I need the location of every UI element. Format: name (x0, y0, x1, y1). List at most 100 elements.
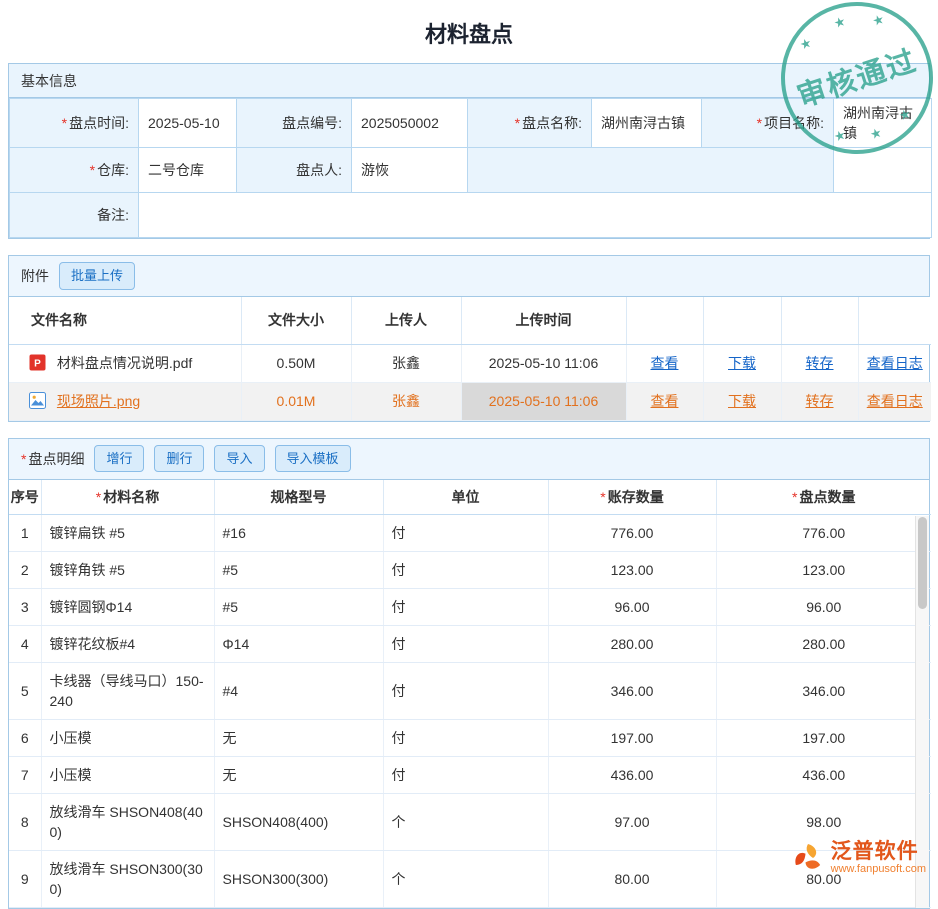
detail-row: 2 镀锌角铁 #5 #5 付 123.00 123.00 (9, 552, 931, 589)
batch-upload-button[interactable]: 批量上传 (59, 262, 135, 290)
file-name-link[interactable]: 现场照片.png (57, 393, 140, 409)
detail-row: 6 小压模 无 付 197.00 197.00 (9, 720, 931, 757)
scrollbar-thumb[interactable] (918, 517, 927, 609)
required-mark: * (757, 115, 762, 131)
view-log-link[interactable]: 查看日志 (867, 355, 923, 371)
basic-info-section: 基本信息 *盘点时间: 2025-05-10 盘点编号: 2025050002 … (8, 63, 930, 239)
book-quantity: 96.00 (548, 589, 716, 626)
attachment-row: P 现场照片.png 0.01M 张鑫 2025-05-10 11:06 查看 … (9, 382, 931, 420)
file-upload-time: 2025-05-10 11:06 (461, 344, 626, 382)
view-log-link[interactable]: 查看日志 (867, 393, 923, 409)
remark-value[interactable] (139, 193, 932, 238)
delete-row-button[interactable]: 删行 (154, 445, 204, 473)
warehouse-value[interactable]: 二号仓库 (139, 148, 237, 193)
col-header-file-size: 文件大小 (241, 297, 351, 344)
book-quantity: 280.00 (548, 626, 716, 663)
col-header-upload-time: 上传时间 (461, 297, 626, 344)
required-mark: * (792, 489, 797, 505)
empty-cell (468, 148, 834, 193)
row-index: 1 (9, 515, 41, 552)
fanpu-logo-icon (791, 841, 825, 875)
basic-info-title: 基本信息 (21, 71, 77, 91)
required-mark: * (62, 115, 67, 131)
empty-cell (834, 148, 932, 193)
counted-quantity: 776.00 (716, 515, 931, 552)
book-quantity: 80.00 (548, 851, 716, 908)
check-name-value[interactable]: 湖州南浔古镇 (592, 99, 702, 148)
remark-label: 备注: (10, 193, 139, 238)
material-name: 卡线器（导线马口）150-240 (41, 663, 214, 720)
book-quantity: 197.00 (548, 720, 716, 757)
counted-quantity: 436.00 (716, 757, 931, 794)
checker-label: 盘点人: (237, 148, 352, 193)
material-name: 镀锌圆钢Φ14 (41, 589, 214, 626)
add-row-button[interactable]: 增行 (94, 445, 144, 473)
file-upload-time: 2025-05-10 11:06 (461, 382, 626, 420)
spec-model: SHSON408(400) (214, 794, 383, 851)
unit: 个 (383, 794, 548, 851)
material-name: 放线滑车 SHSON300(300) (41, 851, 214, 908)
spec-model: #5 (214, 552, 383, 589)
view-link[interactable]: 查看 (651, 355, 679, 371)
svg-text:P: P (34, 358, 41, 369)
counted-quantity: 280.00 (716, 626, 931, 663)
row-index: 4 (9, 626, 41, 663)
detail-row: 4 镀锌花纹板#4 Φ14 付 280.00 280.00 (9, 626, 931, 663)
transfer-link[interactable]: 转存 (806, 355, 834, 371)
book-quantity: 123.00 (548, 552, 716, 589)
brand-url: www.fanpusoft.com (831, 863, 926, 875)
checker-value[interactable]: 游恢 (352, 148, 468, 193)
transfer-link[interactable]: 转存 (806, 393, 834, 409)
import-button[interactable]: 导入 (214, 445, 264, 473)
col-header-uploader: 上传人 (351, 297, 461, 344)
book-quantity: 776.00 (548, 515, 716, 552)
details-section: *盘点明细 增行 删行 导入 导入模板 序号 *材料名称 规格型号 单位 *账存… (8, 438, 930, 909)
actions-column-header (626, 297, 703, 344)
attachments-tbody: P 材料盘点情况说明.pdf 0.50M 张鑫 2025-05-10 11:06… (9, 344, 931, 420)
check-time-label: *盘点时间: (10, 99, 139, 148)
material-name: 小压模 (41, 757, 214, 794)
image-file-icon (29, 392, 46, 412)
counted-quantity: 197.00 (716, 720, 931, 757)
fanpu-logo: 泛普软件 www.fanpusoft.com (791, 841, 926, 875)
counted-quantity: 123.00 (716, 552, 931, 589)
material-name: 镀锌扁铁 #5 (41, 515, 214, 552)
view-link[interactable]: 查看 (651, 393, 679, 409)
pdf-file-icon: P (29, 354, 46, 374)
attachments-section: 附件 批量上传 文件名称 文件大小 上传人 上传时间 P 材料盘点情况说明.pd… (8, 255, 930, 422)
download-link[interactable]: 下载 (728, 393, 756, 409)
import-template-button[interactable]: 导入模板 (275, 445, 351, 473)
download-link[interactable]: 下载 (728, 355, 756, 371)
page-title: 材料盘点 (0, 0, 938, 63)
actions-column-header (781, 297, 858, 344)
col-header-unit: 单位 (383, 480, 548, 515)
row-index: 5 (9, 663, 41, 720)
check-no-value[interactable]: 2025050002 (352, 99, 468, 148)
detail-row: 3 镀锌圆钢Φ14 #5 付 96.00 96.00 (9, 589, 931, 626)
spec-model: #4 (214, 663, 383, 720)
detail-row: 5 卡线器（导线马口）150-240 #4 付 346.00 346.00 (9, 663, 931, 720)
counted-quantity: 346.00 (716, 663, 931, 720)
material-name: 小压模 (41, 720, 214, 757)
actions-column-header (858, 297, 931, 344)
spec-model: #5 (214, 589, 383, 626)
spec-model: SHSON300(300) (214, 851, 383, 908)
check-time-value[interactable]: 2025-05-10 (139, 99, 237, 148)
details-header-bar: *盘点明细 增行 删行 导入 导入模板 (9, 439, 929, 480)
spec-model: 无 (214, 757, 383, 794)
detail-row: 1 镀锌扁铁 #5 #16 付 776.00 776.00 (9, 515, 931, 552)
attachments-title: 附件 (21, 266, 49, 286)
material-name: 放线滑车 SHSON408(400) (41, 794, 214, 851)
spec-model: Φ14 (214, 626, 383, 663)
col-header-counted-quantity: *盘点数量 (716, 480, 931, 515)
row-index: 2 (9, 552, 41, 589)
file-name-link[interactable]: 材料盘点情况说明.pdf (57, 355, 192, 371)
col-header-material-name: *材料名称 (41, 480, 214, 515)
warehouse-label: *仓库: (10, 148, 139, 193)
project-name-value[interactable]: 湖州南浔古镇 (834, 99, 932, 148)
check-name-label: *盘点名称: (468, 99, 592, 148)
spec-model: 无 (214, 720, 383, 757)
attachments-header-bar: 附件 批量上传 (9, 256, 929, 297)
col-header-spec-model: 规格型号 (214, 480, 383, 515)
col-header-book-quantity: *账存数量 (548, 480, 716, 515)
